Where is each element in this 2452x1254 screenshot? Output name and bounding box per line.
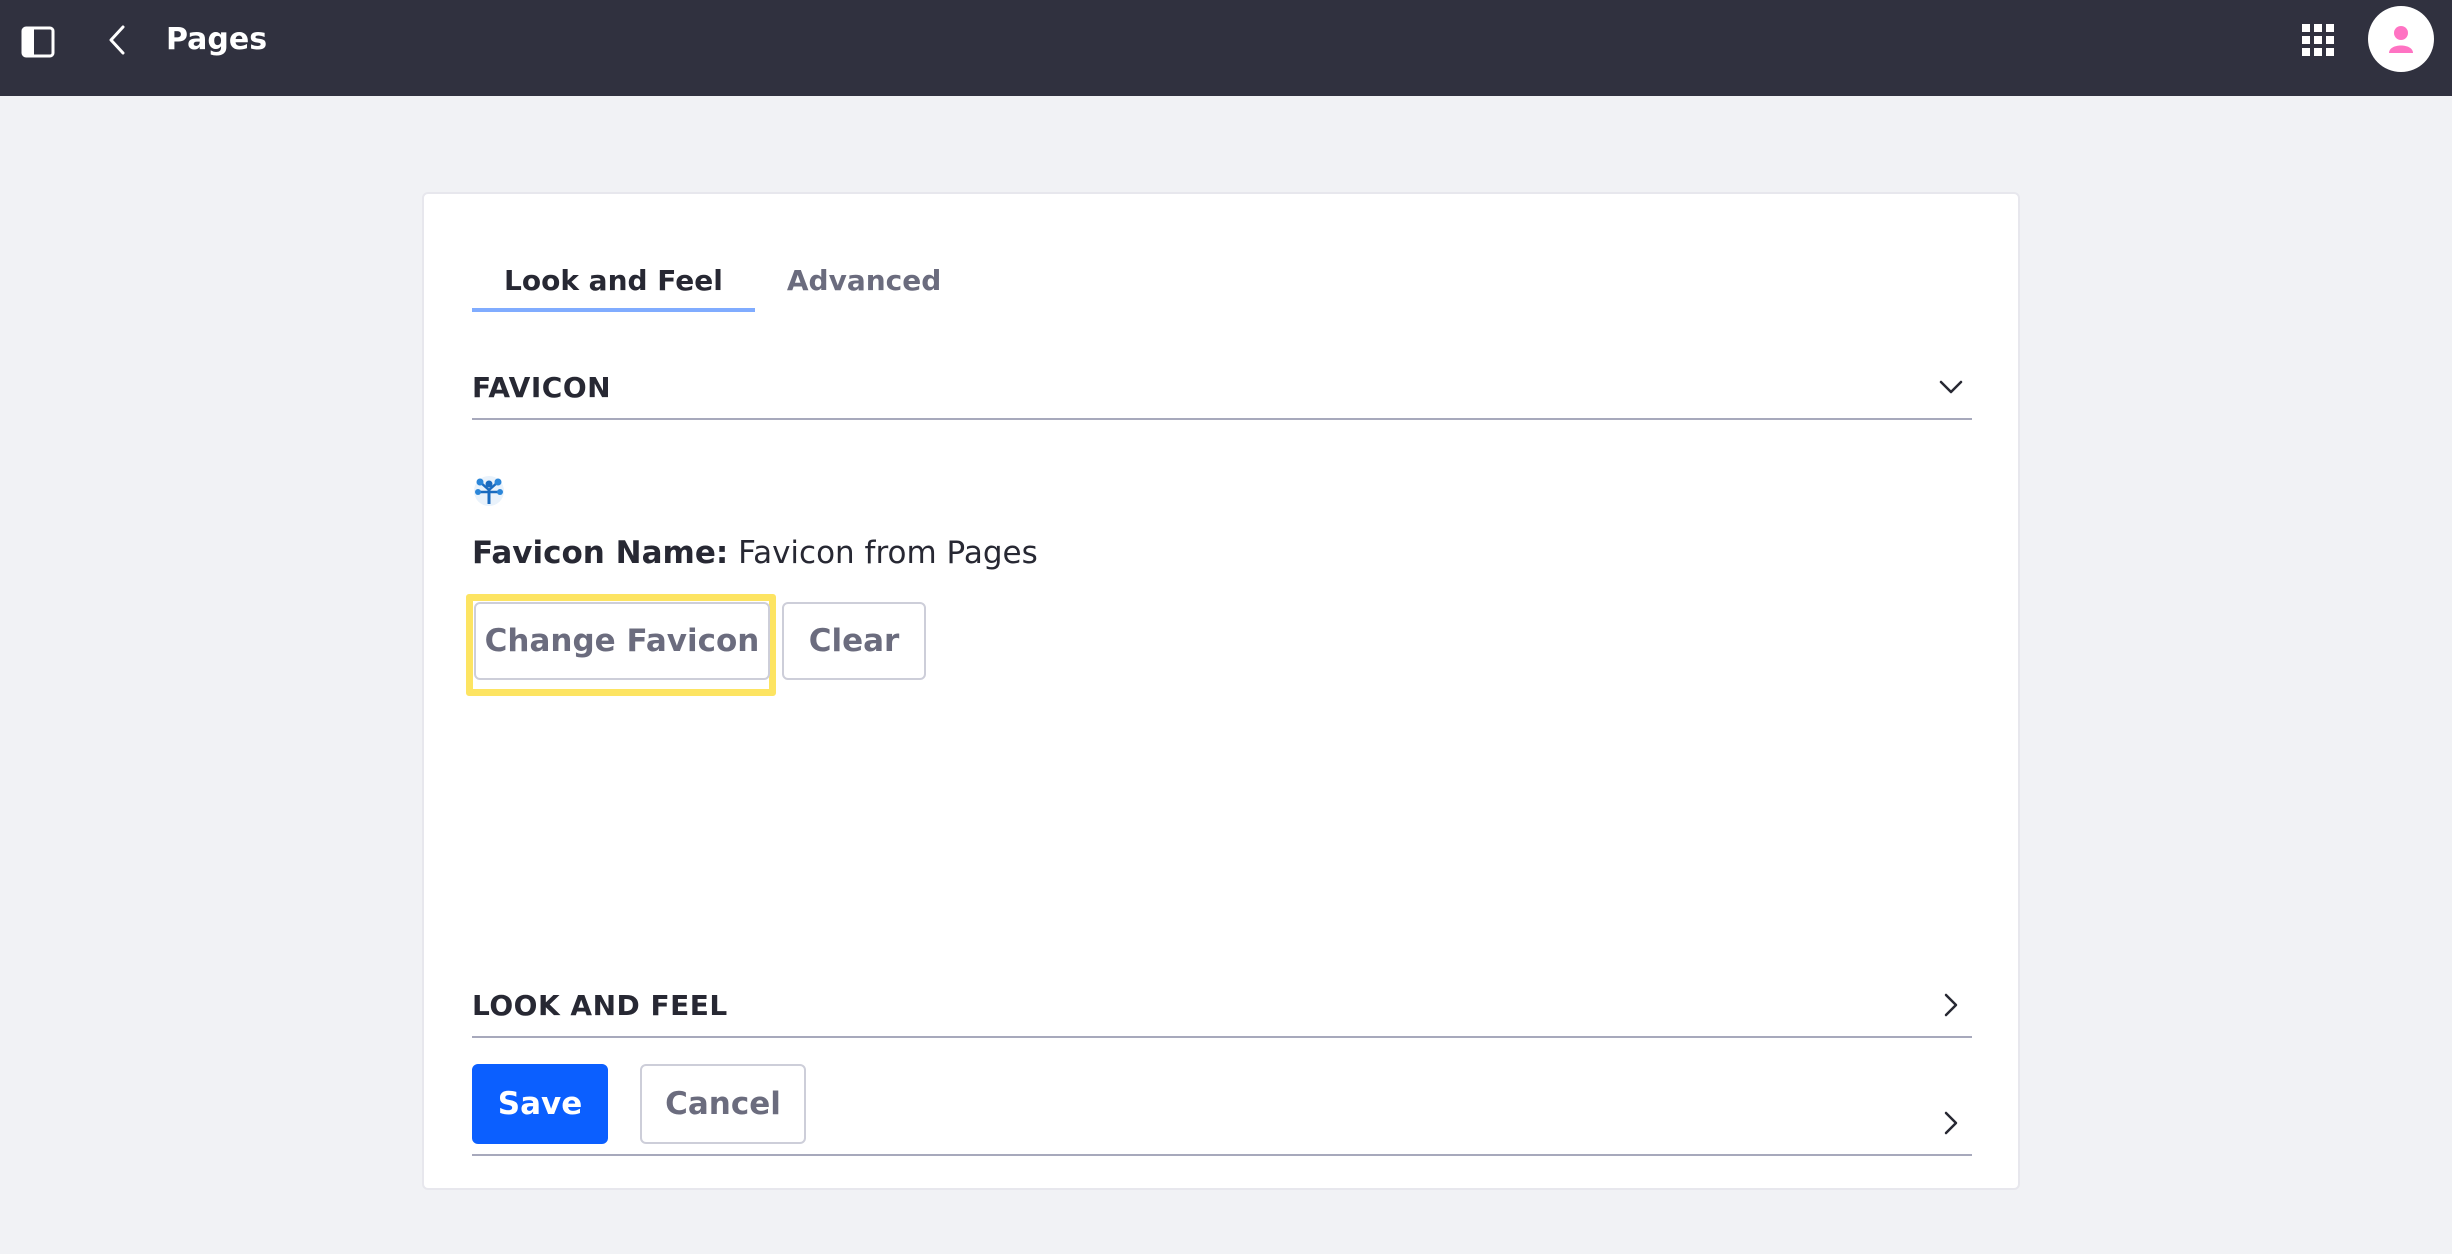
cancel-button[interactable]: Cancel <box>640 1064 806 1144</box>
look-and-feel-section-title: LOOK AND FEEL <box>472 989 728 1022</box>
favicon-section-header[interactable]: FAVICON <box>472 358 1972 420</box>
clear-favicon-button[interactable]: Clear <box>782 602 926 680</box>
look-and-feel-section-header[interactable]: LOOK AND FEEL <box>472 976 1972 1038</box>
sidebar-toggle-button[interactable] <box>16 20 60 64</box>
save-button[interactable]: Save <box>472 1064 608 1144</box>
tab-advanced[interactable]: Advanced <box>755 254 973 308</box>
user-avatar[interactable] <box>2368 6 2434 72</box>
tab-look-and-feel[interactable]: Look and Feel <box>472 254 755 312</box>
chevron-down-icon <box>1939 380 1963 394</box>
chevron-left-icon <box>109 25 125 55</box>
favicon-name-label: Favicon Name: <box>472 535 729 571</box>
favicon-name: Favicon Name: Favicon from Pages <box>472 528 1038 578</box>
page-title: Pages <box>166 22 268 57</box>
favicon-section-title: FAVICON <box>472 371 612 404</box>
site-settings-card: Look and Feel Advanced FAVICON Favicon N… <box>422 192 2020 1190</box>
change-favicon-button[interactable]: Change Favicon <box>474 602 770 680</box>
back-button[interactable] <box>96 18 140 62</box>
grid-icon <box>2302 24 2334 56</box>
chevron-right-icon <box>1944 1111 1958 1135</box>
applications-menu-button[interactable] <box>2296 18 2340 62</box>
settings-tabs: Look and Feel Advanced <box>472 254 973 312</box>
favicon-preview-image <box>474 476 504 506</box>
top-navigation-bar: Pages <box>0 0 2452 96</box>
sidebar-panel-icon <box>21 26 55 58</box>
user-icon <box>2389 26 2413 53</box>
chevron-right-icon <box>1944 993 1958 1017</box>
favicon-name-value: Favicon from Pages <box>738 535 1038 571</box>
